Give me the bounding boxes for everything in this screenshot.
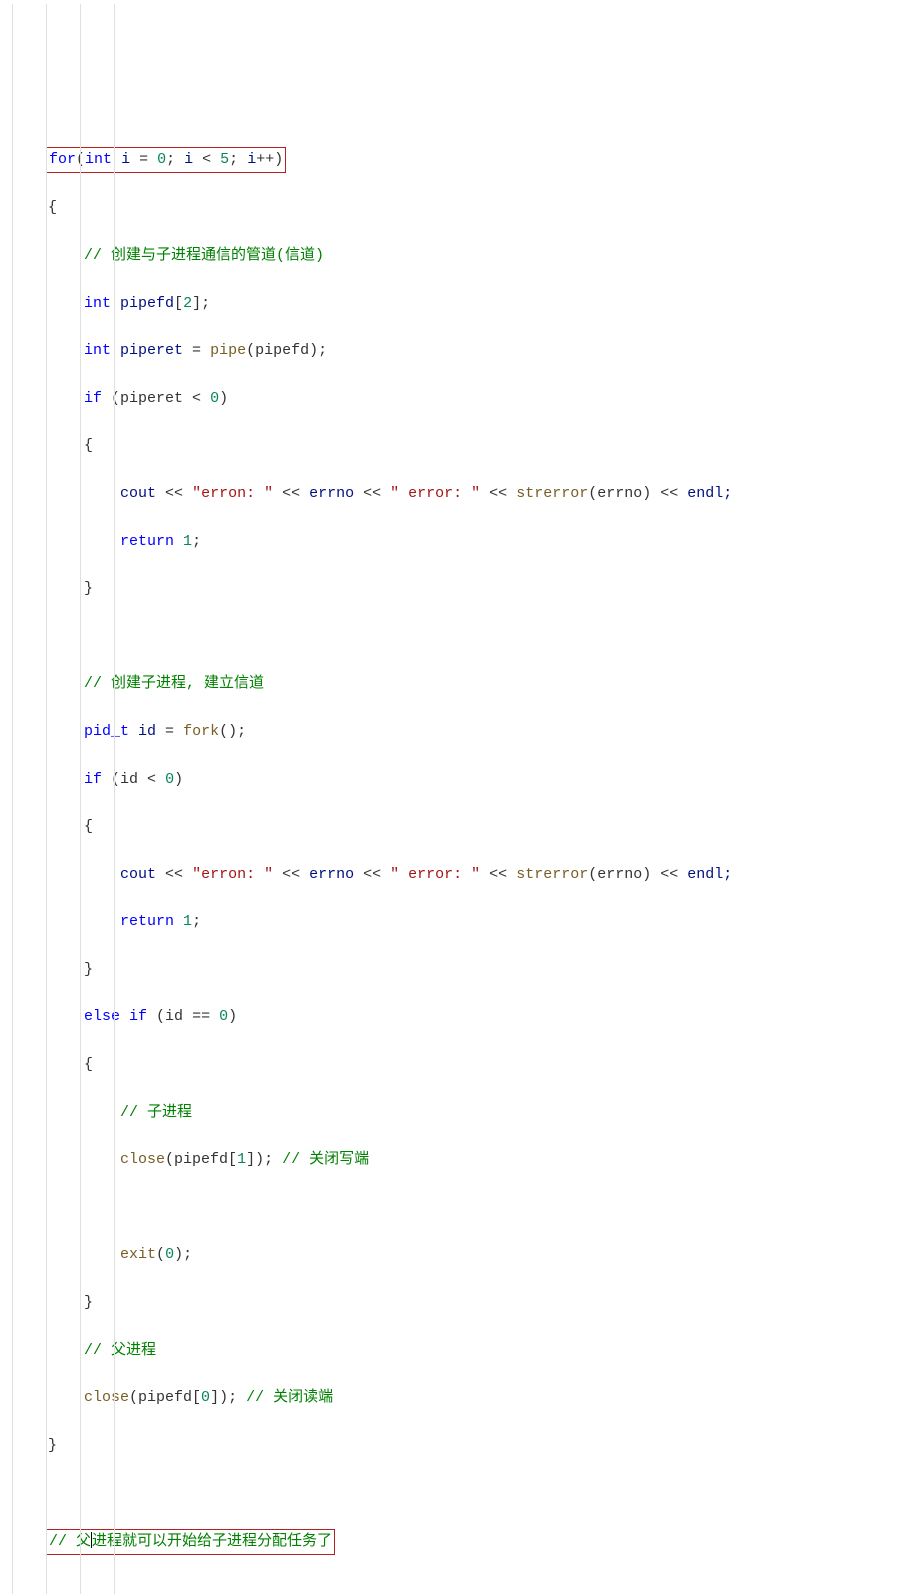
comment: // 子进程 — [120, 1104, 192, 1121]
comment: // 创建与子进程通信的管道(信道) — [84, 247, 324, 264]
code-block: for(int i = 0; i < 5; i++) { // 创建与子进程通信… — [0, 4, 918, 1594]
code-line: close(pipefd[0]); // 关闭读端 — [0, 1386, 918, 1410]
keyword-for: for — [49, 151, 76, 168]
code-line — [0, 625, 918, 649]
code-line — [0, 1579, 918, 1594]
code-line: close(pipefd[1]); // 关闭写端 — [0, 1148, 918, 1172]
comment: // 父进程 — [84, 1342, 156, 1359]
code-line: int piperet = pipe(pipefd); — [0, 339, 918, 363]
code-line: } — [0, 958, 918, 982]
text-cursor — [91, 1532, 92, 1548]
code-line: // 父进程就可以开始给子进程分配任务了 — [0, 1529, 918, 1555]
highlight-box: for(int i = 0; i < 5; i++) — [46, 147, 286, 173]
code-line: cout << "erron: " << errno << " error: "… — [0, 863, 918, 887]
code-line: if (id < 0) — [0, 768, 918, 792]
code-line: int pipefd[2]; — [0, 292, 918, 316]
code-line: // 创建子进程, 建立信道 — [0, 672, 918, 696]
comment: // 创建子进程, 建立信道 — [84, 675, 264, 692]
code-line: // 父进程 — [0, 1339, 918, 1363]
comment: 进程就可以开始给子进程分配任务了 — [92, 1533, 332, 1550]
code-line: // 子进程 — [0, 1101, 918, 1125]
code-line: { — [0, 1053, 918, 1077]
code-line — [0, 1481, 918, 1505]
code-line: exit(0); — [0, 1243, 918, 1267]
code-line: } — [0, 1434, 918, 1458]
code-line: } — [0, 1291, 918, 1315]
comment: // 关闭写端 — [282, 1151, 369, 1168]
comment: // 关闭读端 — [246, 1389, 333, 1406]
code-line: { — [0, 196, 918, 220]
code-line: { — [0, 434, 918, 458]
code-line: } — [0, 577, 918, 601]
code-line: return 1; — [0, 910, 918, 934]
code-line: else if (id == 0) — [0, 1005, 918, 1029]
code-line: // 创建与子进程通信的管道(信道) — [0, 244, 918, 268]
highlight-box: // 父进程就可以开始给子进程分配任务了 — [46, 1529, 335, 1555]
code-line: if (piperet < 0) — [0, 387, 918, 411]
type-int: int — [85, 151, 112, 168]
code-line — [0, 1196, 918, 1220]
code-line: pid_t id = fork(); — [0, 720, 918, 744]
code-line: return 1; — [0, 530, 918, 554]
comment: // 父 — [49, 1533, 91, 1550]
code-line: { — [0, 815, 918, 839]
code-line: for(int i = 0; i < 5; i++) — [0, 147, 918, 173]
code-line: cout << "erron: " << errno << " error: "… — [0, 482, 918, 506]
